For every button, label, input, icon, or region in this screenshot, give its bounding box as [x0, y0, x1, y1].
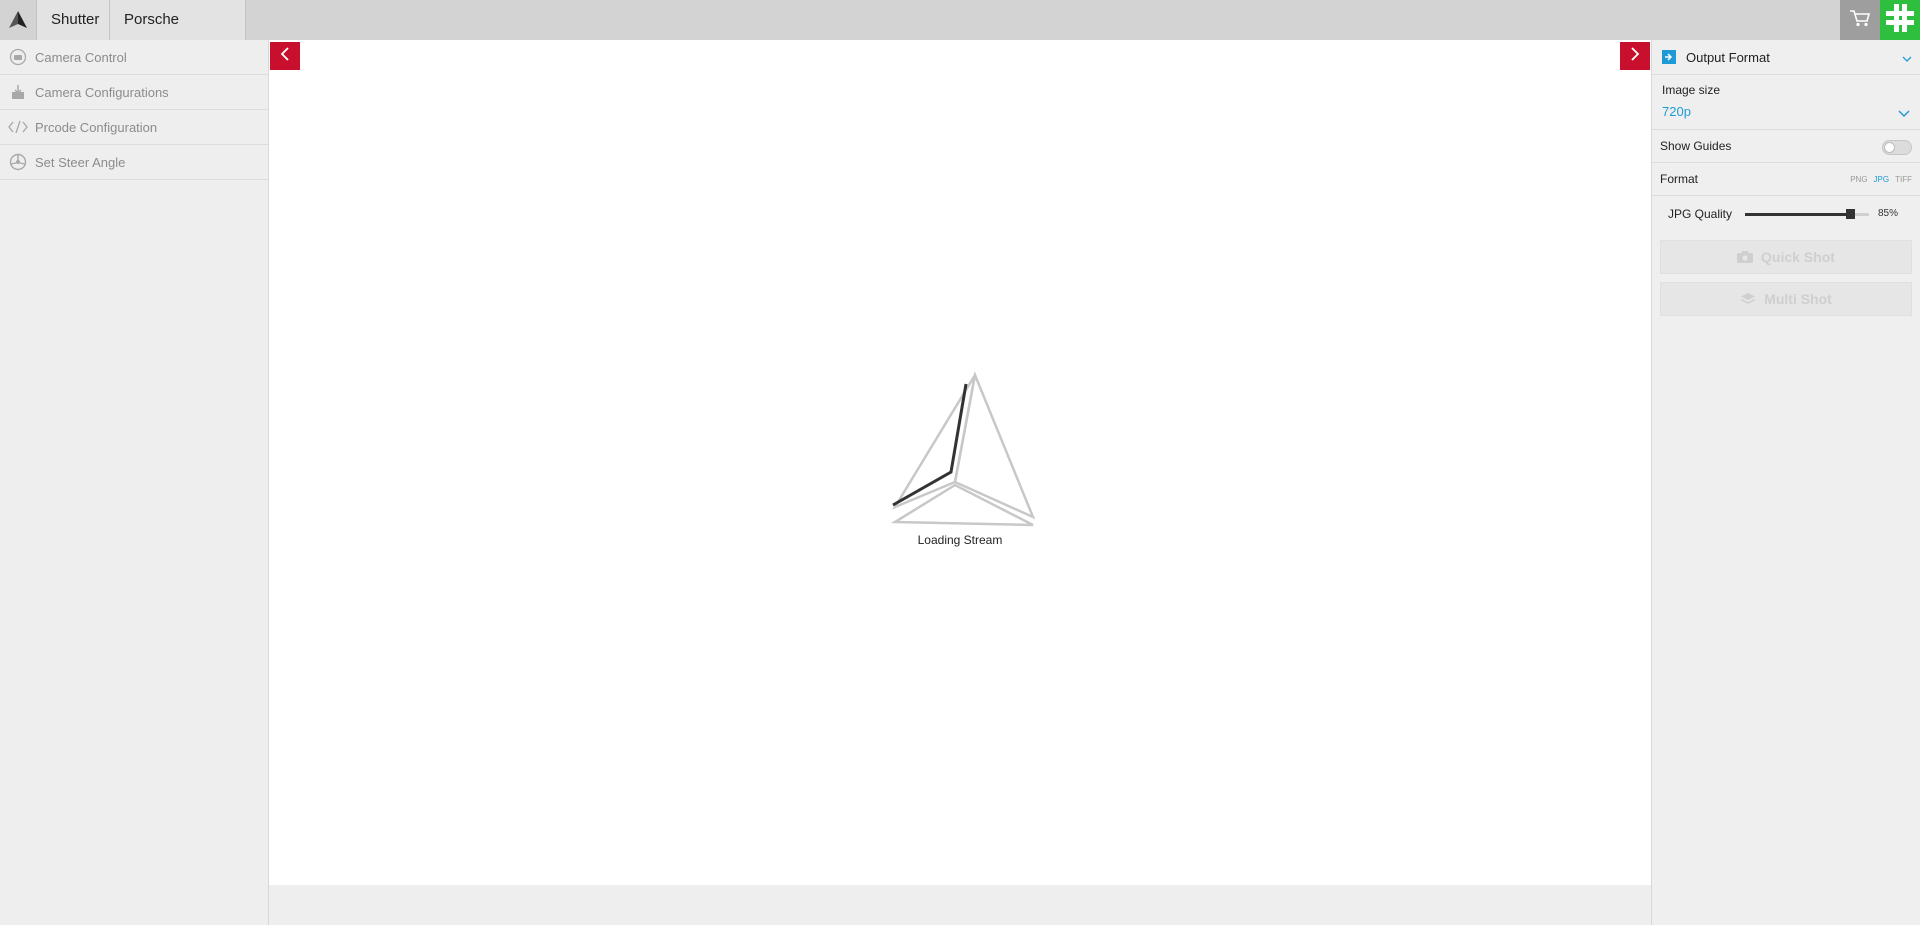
sidebar-item-label: Prcode Configuration [35, 119, 158, 135]
sidebar-item-camera-configurations[interactable]: Camera Configurations [0, 75, 268, 110]
tab-shutter[interactable]: Shutter [36, 0, 110, 40]
show-guides-label: Show Guides [1660, 139, 1732, 153]
sail-logo-icon[interactable] [0, 0, 36, 40]
format-row: Format PNG JPG TIFF [1652, 163, 1920, 196]
sidebar-item-camera-control[interactable]: Camera Control [0, 40, 268, 75]
hashtag-grid-button[interactable] [1880, 0, 1920, 40]
cart-icon [1849, 8, 1871, 33]
loading-spinner-icon [880, 370, 1040, 532]
previous-button[interactable] [270, 42, 300, 70]
camera-icon [1737, 251, 1754, 263]
toggle-knob [1884, 142, 1895, 153]
download-config-icon [8, 82, 28, 102]
hashtag-grid-icon [1883, 1, 1917, 40]
quick-shot-label: Quick Shot [1761, 249, 1835, 265]
loading-stream-text: Loading Stream [917, 533, 1003, 547]
format-label: Format [1660, 172, 1699, 186]
sidebar-item-label: Set Steer Angle [35, 154, 126, 170]
chevron-down-icon [1898, 106, 1910, 121]
sidebar-item-label: Camera Configurations [35, 84, 169, 100]
sidebar-item-prcode-configuration[interactable]: Prcode Configuration [0, 110, 268, 145]
show-guides-row: Show Guides [1652, 130, 1920, 163]
viewport-footer [269, 885, 1651, 925]
show-guides-toggle[interactable] [1882, 140, 1912, 155]
slider-fill [1745, 213, 1851, 216]
quick-shot-button[interactable]: Quick Shot [1660, 240, 1912, 274]
sidebar-item-label: Camera Control [35, 49, 127, 65]
image-size-value: 720p [1662, 104, 1691, 119]
chevron-down-icon [1902, 51, 1912, 66]
image-size-block: Image size 720p [1652, 75, 1920, 130]
code-icon [8, 117, 28, 137]
output-format-title: Output Format [1686, 49, 1770, 65]
jpg-quality-value: 85% [1877, 208, 1898, 219]
camera-control-icon [8, 47, 28, 67]
image-size-select[interactable]: 720p [1662, 104, 1910, 124]
multi-shot-label: Multi Shot [1764, 291, 1832, 307]
jpg-quality-row: JPG Quality 85% [1652, 196, 1920, 232]
next-button[interactable] [1620, 42, 1650, 70]
chevron-left-icon [280, 46, 290, 66]
top-bar: Shutter Porsche Cayenne [0, 0, 1920, 68]
output-icon [1662, 50, 1676, 64]
left-sidebar: Camera Control Camera Configurations Prc… [0, 40, 269, 925]
format-options: PNG JPG TIFF [1850, 175, 1912, 184]
right-panel: Output Format Image size 720p Show Guide… [1651, 40, 1920, 925]
chevron-right-icon [1630, 46, 1640, 66]
steering-wheel-icon [8, 152, 28, 172]
format-option-jpg[interactable]: JPG [1874, 175, 1890, 184]
jpg-quality-label: JPG Quality [1668, 207, 1733, 221]
format-option-png[interactable]: PNG [1850, 175, 1867, 184]
image-size-label: Image size [1662, 83, 1721, 97]
multi-shot-button[interactable]: Multi Shot [1660, 282, 1912, 316]
tab-porsche-cayenne[interactable]: Porsche Cayenne [109, 0, 246, 68]
jpg-quality-slider[interactable] [1745, 209, 1869, 219]
sidebar-item-set-steer-angle[interactable]: Set Steer Angle [0, 145, 268, 180]
format-option-tiff[interactable]: TIFF [1895, 175, 1912, 184]
stack-icon [1740, 292, 1756, 306]
output-format-header[interactable]: Output Format [1652, 40, 1920, 75]
slider-thumb[interactable] [1846, 209, 1856, 219]
cart-button[interactable] [1840, 0, 1880, 40]
